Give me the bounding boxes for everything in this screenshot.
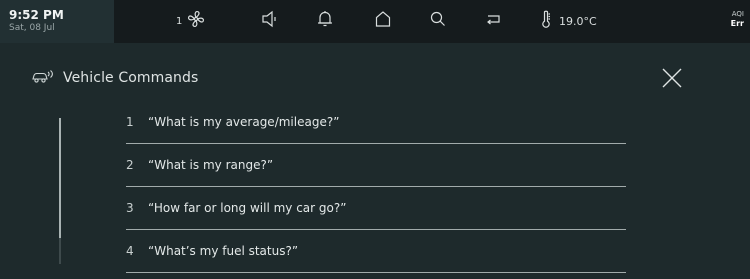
thermometer-icon	[539, 9, 553, 33]
scrollbar-track[interactable]	[59, 118, 61, 264]
command-number: 3	[126, 201, 134, 215]
commands-list: 1 “What is my average/mileage?” 2 “What …	[126, 101, 626, 273]
home-icon	[373, 9, 393, 33]
close-icon	[659, 68, 685, 95]
list-item[interactable]: 4 “What’s my fuel status?”	[126, 230, 626, 273]
fan-control[interactable]: 1	[176, 9, 206, 33]
fan-speed: 1	[176, 15, 183, 27]
volume-icon	[260, 9, 280, 33]
command-text: “How far or long will my car go?”	[148, 201, 347, 215]
screen: 9:52 PM Sat, 08 Jul 1 19.0°C AQI Err Veh…	[0, 0, 750, 279]
page-header: Vehicle Commands	[31, 68, 198, 88]
clock[interactable]: 9:52 PM Sat, 08 Jul	[0, 0, 114, 43]
volume-button[interactable]	[260, 9, 280, 33]
close-button[interactable]	[659, 65, 685, 91]
command-text: “What is my average/mileage?”	[148, 115, 340, 129]
command-number: 1	[126, 115, 134, 129]
list-item[interactable]: 2 “What is my range?”	[126, 144, 626, 187]
command-number: 4	[126, 244, 134, 258]
home-button[interactable]	[373, 11, 393, 31]
command-text: “What is my range?”	[148, 158, 274, 172]
back-icon	[484, 9, 504, 33]
temperature-value: 19.0°C	[559, 14, 597, 28]
status-bar: 9:52 PM Sat, 08 Jul 1 19.0°C AQI Err	[0, 0, 750, 43]
aqi-value: Err	[730, 19, 744, 28]
clock-date: Sat, 08 Jul	[9, 23, 55, 33]
climate-temperature[interactable]: 19.0°C	[539, 9, 597, 33]
search-icon	[428, 9, 448, 33]
search-button[interactable]	[428, 11, 448, 31]
list-item[interactable]: 3 “How far or long will my car go?”	[126, 187, 626, 230]
fan-icon	[186, 9, 206, 33]
aqi-label: AQI	[731, 10, 744, 18]
command-number: 2	[126, 158, 134, 172]
notifications-button[interactable]	[315, 11, 335, 31]
vehicle-command-icon	[31, 68, 55, 88]
aqi-indicator[interactable]: AQI Err	[731, 9, 744, 29]
list-item[interactable]: 1 “What is my average/mileage?”	[126, 101, 626, 144]
clock-time: 9:52 PM	[9, 8, 64, 22]
scrollbar-thumb[interactable]	[59, 118, 61, 238]
back-button[interactable]	[484, 11, 504, 31]
page-title: Vehicle Commands	[63, 70, 199, 86]
bell-icon	[315, 9, 335, 33]
command-text: “What’s my fuel status?”	[148, 244, 299, 258]
